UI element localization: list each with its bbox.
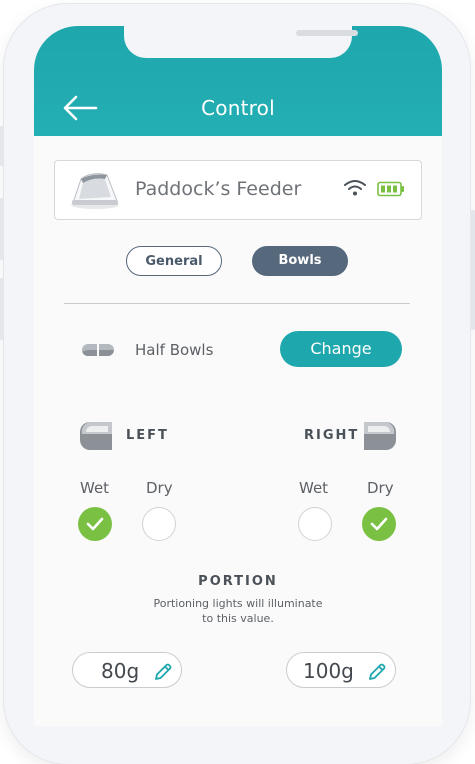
device-card[interactable]: Paddock’s Feeder (54, 160, 422, 220)
left-dry-checkbox[interactable] (142, 507, 176, 541)
check-icon (370, 517, 388, 531)
app-screen: Control Paddock’s Feeder General Bowls H… (34, 26, 442, 726)
check-icon (86, 517, 104, 531)
left-wet-label: Wet (80, 479, 110, 497)
phone-side-button (471, 210, 475, 330)
portion-description-line: to this value. (202, 612, 274, 625)
left-portion-value: 80g (101, 659, 140, 683)
page-title: Control (201, 96, 275, 120)
right-wet-label: Wet (299, 479, 329, 497)
left-wet-checkbox[interactable] (78, 507, 112, 541)
tab-bowls[interactable]: Bowls (252, 246, 348, 276)
speaker-grille (296, 30, 358, 36)
phone-notch (124, 26, 358, 58)
phone-side-button (0, 198, 4, 260)
right-bowl-icon (364, 422, 396, 450)
phone-side-button (0, 126, 4, 166)
wifi-icon (344, 180, 366, 196)
app-header: Control (34, 26, 442, 136)
pencil-icon[interactable] (153, 662, 173, 682)
pencil-icon[interactable] (367, 662, 387, 682)
tab-general[interactable]: General (126, 246, 222, 276)
portion-description-line: Portioning lights will illuminate (153, 597, 323, 610)
divider (64, 303, 410, 304)
portion-description: Portioning lights will illuminate to thi… (34, 596, 442, 626)
left-bowl-icon (80, 422, 112, 450)
bowl-mode-label: Half Bowls (135, 341, 214, 359)
right-wet-checkbox[interactable] (298, 507, 332, 541)
left-portion-field[interactable]: 80g (72, 652, 182, 688)
change-button[interactable]: Change (280, 331, 402, 367)
right-dry-checkbox[interactable] (362, 507, 396, 541)
right-portion-field[interactable]: 100g (286, 652, 396, 688)
left-bowl-label: LEFT (126, 428, 169, 443)
right-bowl-label: RIGHT (304, 428, 360, 443)
phone-side-button (0, 278, 4, 340)
right-portion-value: 100g (303, 659, 354, 683)
battery-icon (377, 181, 404, 197)
left-dry-label: Dry (146, 479, 173, 497)
device-name: Paddock’s Feeder (135, 178, 302, 200)
half-bowls-icon (82, 344, 114, 356)
portion-title: PORTION (198, 574, 278, 589)
right-dry-label: Dry (367, 479, 394, 497)
feeder-image (71, 173, 119, 209)
